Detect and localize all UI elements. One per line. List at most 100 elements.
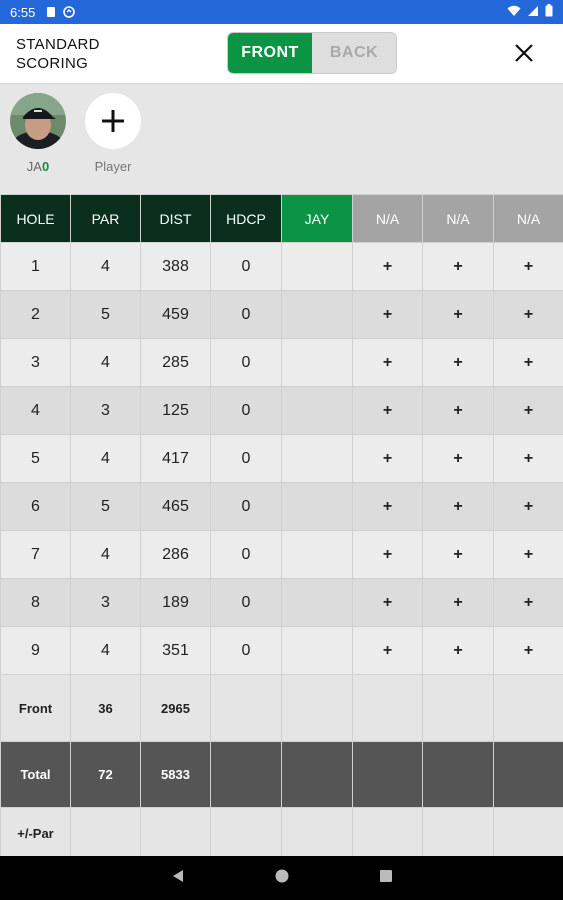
hole-row: 1 4 388 0 + + + — [0, 242, 563, 291]
add-score-button[interactable]: + — [352, 626, 423, 675]
jay-score-cell[interactable] — [281, 482, 353, 531]
add-player-button[interactable] — [85, 93, 141, 149]
total-cell — [422, 741, 494, 808]
add-score-button[interactable]: + — [493, 290, 563, 339]
total-par: 72 — [70, 741, 141, 808]
add-score-button[interactable]: + — [493, 530, 563, 579]
front-par: 36 — [70, 674, 141, 742]
player-label: JA0 — [10, 159, 66, 174]
jay-score-cell[interactable] — [281, 530, 353, 579]
add-score-button[interactable]: + — [422, 290, 494, 339]
front-cell — [493, 674, 563, 742]
total-cell — [210, 741, 282, 808]
close-button[interactable] — [512, 41, 536, 65]
wifi-icon — [507, 5, 521, 20]
add-score-button[interactable]: + — [493, 242, 563, 291]
col-header-empty-player[interactable]: N/A — [352, 194, 423, 243]
hole-par-cell: 4 — [70, 338, 141, 387]
notification-icon — [45, 6, 57, 18]
add-score-button[interactable]: + — [493, 338, 563, 387]
add-score-button[interactable]: + — [352, 242, 423, 291]
front-back-toggle[interactable]: FRONT BACK — [227, 32, 397, 74]
hole-hdcp-cell: 0 — [210, 386, 282, 435]
add-score-button[interactable]: + — [352, 578, 423, 627]
add-score-button[interactable]: + — [493, 434, 563, 483]
add-score-button[interactable]: + — [493, 482, 563, 531]
add-score-button[interactable]: + — [422, 626, 494, 675]
hole-dist-cell: 351 — [140, 626, 211, 675]
add-score-button[interactable]: + — [422, 242, 494, 291]
player-avatar[interactable] — [10, 93, 66, 149]
home-nav-icon[interactable] — [275, 869, 289, 888]
hole-par-cell: 4 — [70, 530, 141, 579]
jay-score-cell[interactable] — [281, 386, 353, 435]
add-score-button[interactable]: + — [493, 626, 563, 675]
recents-nav-icon[interactable] — [379, 869, 393, 888]
hole-par-cell: 4 — [70, 626, 141, 675]
jay-score-cell[interactable] — [281, 338, 353, 387]
add-score-button[interactable]: + — [352, 530, 423, 579]
col-header-empty-player[interactable]: N/A — [422, 194, 494, 243]
add-score-button[interactable]: + — [352, 290, 423, 339]
add-score-button[interactable]: + — [352, 386, 423, 435]
hole-par-cell: 5 — [70, 482, 141, 531]
hole-row: 3 4 285 0 + + + — [0, 338, 563, 387]
pm-cell — [493, 807, 563, 860]
system-nav-bar — [0, 856, 563, 900]
pm-cell — [70, 807, 141, 860]
pm-cell — [422, 807, 494, 860]
front-total-row: Front 36 2965 — [0, 674, 563, 742]
front-cell — [352, 674, 423, 742]
top-bar: STANDARD SCORING FRONT BACK — [0, 24, 563, 84]
jay-score-cell[interactable] — [281, 290, 353, 339]
jay-score-cell[interactable] — [281, 434, 353, 483]
hole-par-cell: 4 — [70, 242, 141, 291]
front-tab[interactable]: FRONT — [228, 33, 312, 73]
add-score-button[interactable]: + — [352, 338, 423, 387]
battery-icon — [545, 4, 553, 20]
col-header-par: PAR — [70, 194, 141, 243]
back-nav-icon[interactable] — [171, 869, 185, 888]
add-score-button[interactable]: + — [422, 434, 494, 483]
front-cell — [281, 674, 353, 742]
grand-total-row: Total 72 5833 — [0, 741, 563, 808]
player-initials: JA — [26, 159, 42, 174]
jay-score-cell[interactable] — [281, 242, 353, 291]
add-score-button[interactable]: + — [422, 482, 494, 531]
hole-row: 6 5 465 0 + + + — [0, 482, 563, 531]
add-score-button[interactable]: + — [422, 338, 494, 387]
hole-row: 4 3 125 0 + + + — [0, 386, 563, 435]
jay-score-cell[interactable] — [281, 578, 353, 627]
add-score-button[interactable]: + — [422, 530, 494, 579]
total-cell — [352, 741, 423, 808]
front-cell — [210, 674, 282, 742]
col-header-player-jay[interactable]: JAY — [281, 194, 353, 243]
col-header-empty-player[interactable]: N/A — [493, 194, 563, 243]
back-tab[interactable]: BACK — [312, 33, 396, 73]
page-title: STANDARD SCORING — [16, 36, 100, 72]
status-bar: 6:55 — [0, 0, 563, 24]
add-score-button[interactable]: + — [352, 482, 423, 531]
add-score-button[interactable]: + — [493, 578, 563, 627]
hole-dist-cell: 388 — [140, 242, 211, 291]
col-header-dist: DIST — [140, 194, 211, 243]
total-label: Total — [0, 741, 71, 808]
add-score-button[interactable]: + — [352, 434, 423, 483]
hole-hole-cell: 1 — [0, 242, 71, 291]
pm-cell — [140, 807, 211, 860]
total-cell — [281, 741, 353, 808]
total-cell — [493, 741, 563, 808]
hole-dist-cell: 285 — [140, 338, 211, 387]
hole-hdcp-cell: 0 — [210, 578, 282, 627]
add-score-button[interactable]: + — [493, 386, 563, 435]
plus-icon — [102, 110, 124, 132]
hole-dist-cell: 465 — [140, 482, 211, 531]
front-dist: 2965 — [140, 674, 211, 742]
hole-row: 5 4 417 0 + + + — [0, 434, 563, 483]
jay-score-cell[interactable] — [281, 626, 353, 675]
hole-par-cell: 4 — [70, 434, 141, 483]
add-score-button[interactable]: + — [422, 578, 494, 627]
add-score-button[interactable]: + — [422, 386, 494, 435]
hole-hole-cell: 5 — [0, 434, 71, 483]
hole-hole-cell: 7 — [0, 530, 71, 579]
